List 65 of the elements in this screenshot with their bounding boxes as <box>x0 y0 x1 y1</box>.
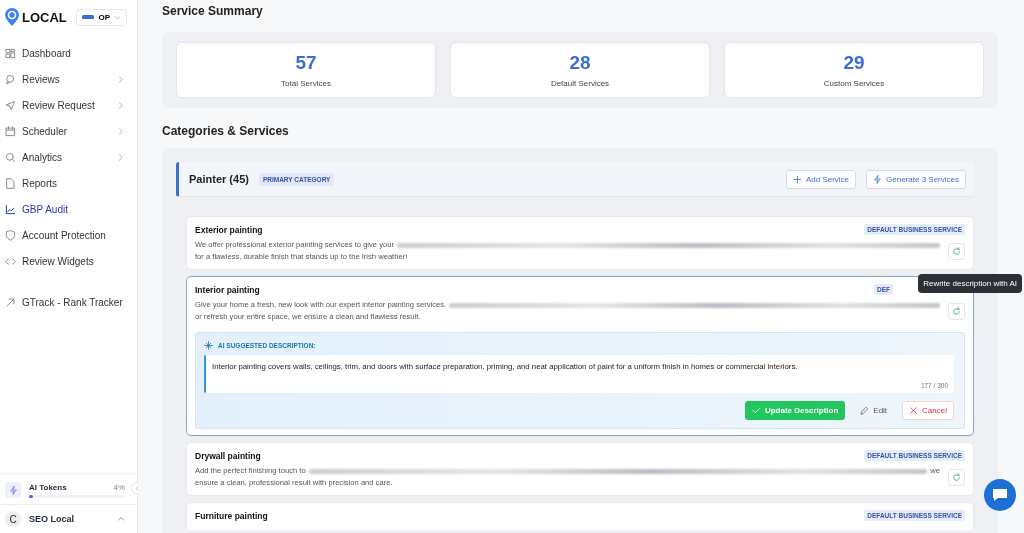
nav-item[interactable]: Account Protection <box>0 222 137 248</box>
chevron-right-icon <box>116 100 125 110</box>
search-icon <box>5 151 16 163</box>
nav-item[interactable]: GBP Audit <box>0 196 137 222</box>
chevron-right-icon <box>116 152 125 162</box>
pencil-icon <box>860 406 870 415</box>
cancel-button[interactable]: Cancel <box>902 401 954 420</box>
account-selector[interactable]: OP <box>76 8 127 26</box>
sparkle-icon <box>204 341 213 350</box>
stat-label: Default Services <box>550 79 610 88</box>
user-name: SEO Local <box>29 514 75 524</box>
edit-button[interactable]: Edit <box>853 401 895 420</box>
refresh-icon <box>952 246 961 256</box>
plus-icon <box>792 174 802 184</box>
stat-label: Total Services <box>281 79 331 88</box>
chat-icon <box>992 488 1008 502</box>
stat-label: Custom Services <box>823 79 885 88</box>
category-name: Painter (45) <box>189 173 249 185</box>
nav-item[interactable]: Reports <box>0 170 137 196</box>
stat-value: 57 <box>295 52 317 74</box>
shield-icon <box>5 229 16 241</box>
refresh-icon <box>952 306 961 316</box>
line-chart-icon <box>5 203 16 215</box>
service-name: Exterior painting <box>195 224 263 235</box>
section-title: Service Summary <box>162 3 264 18</box>
nav-item[interactable]: Reviews <box>0 66 137 92</box>
service-name: Furniture painting <box>195 510 268 521</box>
grid-icon <box>5 47 16 59</box>
code-icon <box>5 255 16 267</box>
chat-button[interactable] <box>984 479 1016 511</box>
chevron-down-icon <box>114 13 121 21</box>
stat-value: 28 <box>569 52 591 74</box>
nav-item[interactable]: Dashboard <box>0 40 137 66</box>
tooltip: Rewrite description with AI <box>918 274 1022 293</box>
document-icon <box>5 177 16 189</box>
logo-icon <box>5 8 19 26</box>
generate-button[interactable]: Generate 3 Services <box>866 169 966 189</box>
refresh-icon <box>952 472 961 482</box>
nav-item[interactable]: Review Widgets <box>0 248 137 274</box>
tokens-label: AI Tokens <box>29 482 67 492</box>
rewrite-button[interactable] <box>948 468 965 486</box>
calendar-icon <box>5 125 16 137</box>
close-icon <box>909 406 919 415</box>
service-name: Interior painting <box>195 284 260 295</box>
rewrite-button[interactable] <box>948 302 965 320</box>
stat-value: 29 <box>843 52 865 74</box>
chevron-right-icon <box>116 74 125 84</box>
user-avatar: C <box>5 511 21 527</box>
logo-text: LOCAL <box>22 9 67 25</box>
nav-item[interactable]: GTrack - Rank Tracker <box>0 289 137 315</box>
nav-item[interactable]: Scheduler <box>0 118 137 144</box>
arrow-icon <box>5 296 16 308</box>
chat-bubble-icon <box>5 73 16 85</box>
paper-plane-icon <box>5 99 16 111</box>
check-icon <box>751 406 761 415</box>
service-name: Drywall painting <box>195 450 261 461</box>
chevron-up-icon <box>117 515 125 523</box>
chevron-right-icon <box>116 126 125 136</box>
tokens-percent: 4% <box>113 482 125 492</box>
add-service-button[interactable]: Add Service <box>785 169 857 189</box>
section-title: Categories & Services <box>162 124 290 138</box>
nav-item[interactable]: Review Request <box>0 92 137 118</box>
lightning-icon <box>873 174 883 184</box>
nav-item[interactable]: Analytics <box>0 144 137 170</box>
rewrite-button[interactable] <box>948 242 965 260</box>
